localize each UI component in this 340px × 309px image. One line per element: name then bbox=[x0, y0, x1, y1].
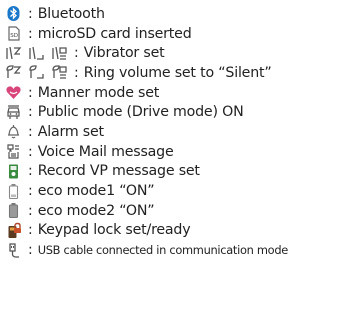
legend-label: eco mode1 “ON” bbox=[37, 183, 155, 200]
ring-silent-icon-3 bbox=[51, 64, 68, 81]
legend-row-usb-cable: : USB cable connected in communication m… bbox=[5, 240, 340, 260]
bluetooth-icon bbox=[5, 5, 22, 22]
eco-mode2-icon bbox=[5, 202, 22, 219]
keypad-lock-icon bbox=[5, 222, 22, 239]
legend-label: Manner mode set bbox=[37, 84, 160, 101]
legend-row-public-mode: : Public mode (Drive mode) ON bbox=[5, 102, 340, 122]
legend-row-record-vp: : Record VP message set bbox=[5, 162, 340, 182]
legend-label: Ring volume set to “Silent” bbox=[83, 64, 272, 81]
colon: : bbox=[74, 64, 79, 81]
legend-label: Record VP message set bbox=[37, 163, 200, 180]
legend-label: Keypad lock set/ready bbox=[37, 222, 191, 239]
colon: : bbox=[28, 242, 33, 259]
colon: : bbox=[28, 84, 33, 101]
voice-mail-icon bbox=[5, 143, 22, 160]
colon: : bbox=[28, 202, 33, 219]
vibrator-icon-2 bbox=[28, 45, 45, 62]
colon: : bbox=[28, 123, 33, 140]
alarm-icon bbox=[5, 123, 22, 140]
legend-label: Alarm set bbox=[37, 123, 104, 140]
colon: : bbox=[28, 5, 33, 22]
colon: : bbox=[28, 222, 33, 239]
record-vp-icon bbox=[5, 163, 22, 180]
legend-row-keypad-lock: : Keypad lock set/ready bbox=[5, 221, 340, 241]
svg-text:SD: SD bbox=[10, 33, 18, 39]
legend-label: USB cable connected in communication mod… bbox=[37, 243, 289, 258]
legend-label: Vibrator set bbox=[83, 45, 165, 62]
legend-label: eco mode2 “ON” bbox=[37, 202, 155, 219]
vibrator-icon-3 bbox=[51, 45, 68, 62]
legend-row-voice-mail: : Voice Mail message bbox=[5, 142, 340, 162]
microsd-icon: SD bbox=[5, 25, 22, 42]
legend-label: Bluetooth bbox=[37, 5, 105, 22]
colon: : bbox=[28, 163, 33, 180]
vibrator-icon-1 bbox=[5, 45, 22, 62]
legend-label: Public mode (Drive mode) ON bbox=[37, 104, 244, 121]
legend-row-microsd: SD : microSD card inserted bbox=[5, 24, 340, 44]
legend-row-bluetooth: : Bluetooth bbox=[5, 4, 340, 24]
colon: : bbox=[28, 183, 33, 200]
legend-label: Voice Mail message bbox=[37, 143, 174, 160]
ring-silent-icon-2 bbox=[28, 64, 45, 81]
usb-cable-icon bbox=[5, 242, 22, 259]
legend-row-vibrator: : Vibrator set bbox=[5, 43, 340, 63]
colon: : bbox=[28, 25, 33, 42]
legend-row-ring-silent: : Ring volume set to “Silent” bbox=[5, 63, 340, 83]
colon: : bbox=[28, 143, 33, 160]
legend-label: microSD card inserted bbox=[37, 25, 192, 42]
colon: : bbox=[28, 104, 33, 121]
legend-row-eco-mode1: : eco mode1 “ON” bbox=[5, 181, 340, 201]
manner-mode-icon bbox=[5, 84, 22, 101]
eco-mode1-icon bbox=[5, 183, 22, 200]
public-mode-icon bbox=[5, 104, 22, 121]
legend-row-eco-mode2: : eco mode2 “ON” bbox=[5, 201, 340, 221]
legend-row-alarm: : Alarm set bbox=[5, 122, 340, 142]
ring-silent-icon-1 bbox=[5, 64, 22, 81]
colon: : bbox=[74, 45, 79, 62]
legend-row-manner-mode: : Manner mode set bbox=[5, 83, 340, 103]
icon-legend: : Bluetooth SD : microSD card inserted :… bbox=[0, 0, 340, 260]
